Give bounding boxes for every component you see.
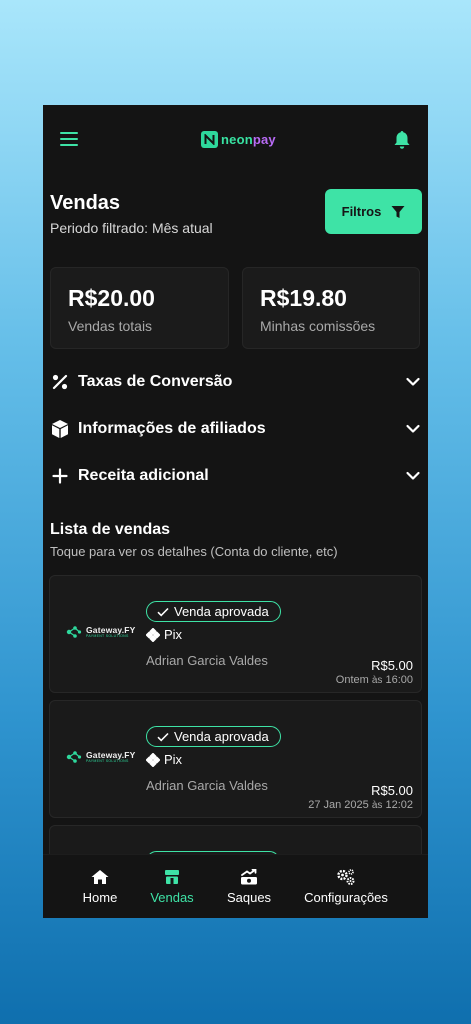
status-text: Venda aprovada <box>174 604 269 619</box>
plus-icon <box>50 466 70 486</box>
nav-label: Saques <box>226 890 272 905</box>
accordion-additional-revenue[interactable]: Receita adicional <box>50 461 421 491</box>
sale-amount: R$5.00 <box>371 783 413 798</box>
payment-method-label: Pix <box>164 752 183 767</box>
nav-label: Vendas <box>150 890 194 905</box>
stat-label: Vendas totais <box>68 318 153 334</box>
app-screen: neonpay Vendas Periodo filtrado: Mês atu… <box>43 105 428 918</box>
chevron-down-icon <box>406 471 420 480</box>
customer-name: Adrian Garcia Valdes <box>146 778 268 793</box>
payment-method: Pix <box>146 627 182 642</box>
status-badge: Venda aprovada <box>146 601 281 622</box>
nav-item-configuracoes[interactable]: Configurações <box>303 869 389 907</box>
sales-list-title: Lista de vendas <box>50 521 171 538</box>
datetime-separator: às <box>371 800 383 811</box>
chevron-down-icon <box>406 424 420 433</box>
sale-date: 27 Jan 2025 <box>308 799 369 811</box>
nav-label: Configurações <box>304 890 388 905</box>
gateway-tagline: PAYMENT SOLUTIONS <box>86 634 129 638</box>
sale-amount: R$5.00 <box>371 658 413 673</box>
sales-list-header: Lista de vendas Toque para ver os detalh… <box>50 521 338 559</box>
gateway-logo: Gateway.FY PAYMENT SOLUTIONS <box>66 625 136 639</box>
chevron-down-icon <box>406 377 420 386</box>
payment-method-label: Pix <box>164 627 183 642</box>
nav-item-saques[interactable]: Saques <box>226 869 272 907</box>
accordion-label: Taxas de Conversão <box>78 373 233 390</box>
status-badge: Venda aprovada <box>146 726 281 747</box>
stat-label: Minhas comissões <box>260 318 376 334</box>
bottom-navigation: Home Vendas Saques Configurações <box>43 854 428 918</box>
accordion-affiliate-info[interactable]: Informações de afiliados <box>50 414 421 444</box>
funnel-icon <box>391 205 405 218</box>
check-icon <box>157 607 169 617</box>
pix-icon <box>146 627 160 642</box>
customer-name: Adrian Garcia Valdes <box>146 653 268 668</box>
gateway-name: Gateway.FY <box>86 749 136 760</box>
gateway-network-icon <box>66 751 82 763</box>
pix-icon <box>146 752 160 767</box>
accordion-label: Receita adicional <box>78 467 209 484</box>
logo-mark-icon <box>201 130 218 148</box>
stat-card-total-sales: R$20.00 Vendas totais <box>50 267 229 349</box>
sale-time: 16:00 <box>385 674 413 686</box>
gateway-tagline: PAYMENT SOLUTIONS <box>86 759 129 763</box>
sale-datetime: Ontem às 16:00 <box>336 674 413 686</box>
notification-bell-icon[interactable] <box>393 130 411 150</box>
gateway-name: Gateway.FY <box>86 624 136 635</box>
page-subtitle: Periodo filtrado: Mês atual <box>50 220 213 236</box>
app-logo: neonpay <box>201 130 276 148</box>
nav-item-home[interactable]: Home <box>80 869 120 907</box>
home-icon <box>91 870 109 884</box>
page-title: Vendas <box>50 192 121 214</box>
gateway-logo: Gateway.FY PAYMENT SOLUTIONS <box>66 750 136 764</box>
sale-time: 12:02 <box>385 799 413 811</box>
store-icon <box>165 870 179 884</box>
top-bar: neonpay <box>43 105 428 175</box>
filter-button-label: Filtros <box>341 204 382 219</box>
percent-icon <box>50 372 70 392</box>
sale-card[interactable]: Gateway.FY PAYMENT SOLUTIONS Venda aprov… <box>49 700 422 818</box>
hamburger-menu-icon[interactable] <box>60 132 78 146</box>
check-icon <box>157 732 169 742</box>
nav-item-vendas[interactable]: Vendas <box>148 869 196 907</box>
payment-method: Pix <box>146 752 182 767</box>
accordion-label: Informações de afiliados <box>78 420 266 437</box>
money-icon <box>241 869 257 885</box>
stat-value: R$20.00 <box>68 285 155 311</box>
stat-value: R$19.80 <box>260 285 347 311</box>
gears-icon <box>337 869 355 885</box>
page-header: Vendas Periodo filtrado: Mês atual <box>50 192 213 236</box>
sales-list-subtitle: Toque para ver os detalhes (Conta do cli… <box>50 544 338 559</box>
status-text: Venda aprovada <box>174 729 269 744</box>
sale-date: Ontem <box>335 674 369 686</box>
datetime-separator: às <box>371 675 383 686</box>
logo-text-pay: pay <box>252 131 276 147</box>
sale-datetime: 27 Jan 2025 às 12:02 <box>308 799 413 811</box>
accordion-conversion-rates[interactable]: Taxas de Conversão <box>50 367 421 397</box>
stat-card-commissions: R$19.80 Minhas comissões <box>242 267 420 349</box>
nav-label: Home <box>82 890 118 905</box>
gateway-network-icon <box>66 626 82 638</box>
sale-card[interactable]: Gateway.FY PAYMENT SOLUTIONS Venda aprov… <box>49 575 422 693</box>
logo-text-neon: neon <box>221 131 253 147</box>
box-icon <box>50 419 70 439</box>
logo-text: neonpay <box>221 132 276 147</box>
filter-button[interactable]: Filtros <box>325 189 422 234</box>
